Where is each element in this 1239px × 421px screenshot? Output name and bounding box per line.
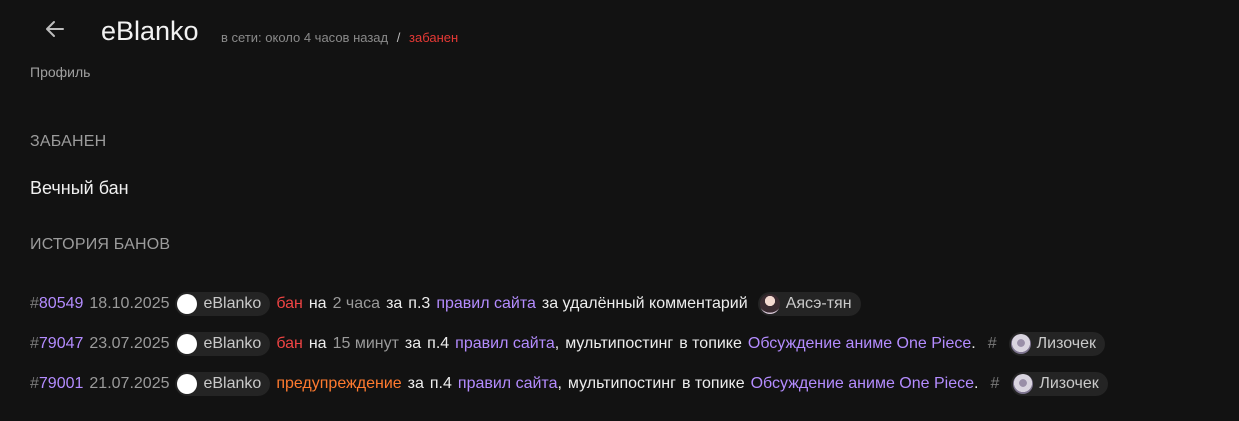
moderator-chip[interactable]: Лизочек [1008, 332, 1105, 356]
id-hash: # [30, 375, 39, 392]
topic-link[interactable]: Обсуждение аниме One Piece [751, 375, 974, 393]
ban-date: 23.07.2025 [89, 335, 170, 352]
moderator-name: Лизочек [1039, 375, 1099, 392]
rules-link[interactable]: правил сайта [458, 375, 558, 393]
back-button[interactable] [40, 14, 70, 44]
comma: , [554, 335, 560, 352]
ban-history-row: # 79001 21.07.2025 eBlanko предупреждени… [30, 372, 1114, 396]
rules-link[interactable]: правил сайта [455, 335, 555, 353]
za-text: за [407, 375, 424, 392]
user-chip[interactable]: eBlanko [175, 372, 271, 396]
comma: , [557, 375, 562, 392]
page-title: eBlanko [101, 16, 199, 46]
user-status: в сети: около 4 часов назад / забанен [221, 30, 458, 45]
ban-reason: за удалённый комментарий [541, 295, 748, 312]
ban-date: 18.10.2025 [89, 295, 170, 312]
period: . [971, 335, 976, 352]
rule-number: п.3 [408, 295, 431, 312]
comment-hash-link[interactable]: # [988, 335, 997, 353]
avatar [177, 334, 198, 354]
period: . [974, 375, 979, 392]
in-topic-text: в топике [681, 375, 745, 392]
ban-action: бан [276, 295, 303, 312]
banned-status: забанен [409, 30, 459, 45]
avatar [1010, 334, 1031, 354]
ban-id-link[interactable]: 79047 [39, 335, 84, 353]
warning-action: предупреждение [276, 375, 402, 392]
user-name: eBlanko [203, 295, 262, 312]
comment-hash-link[interactable]: # [990, 375, 999, 393]
ban-reason: мультипостинг [567, 375, 676, 392]
ban-history-heading: ИСТОРИЯ БАНОВ [30, 236, 171, 253]
in-topic-text: в топике [679, 335, 742, 352]
ban-action: бан [276, 335, 303, 352]
status-separator: / [396, 30, 401, 45]
rules-link[interactable]: правил сайта [436, 295, 536, 313]
rule-number: п.4 [427, 335, 450, 352]
ban-id-link[interactable]: 79001 [39, 375, 84, 393]
avatar [177, 294, 198, 314]
arrow-left-icon [46, 21, 64, 37]
id-hash: # [30, 295, 39, 312]
avatar [1013, 374, 1034, 394]
online-status: в сети: около 4 часов назад [221, 30, 389, 45]
user-chip[interactable]: eBlanko [175, 332, 271, 356]
moderator-chip[interactable]: Аясэ-тян [757, 292, 861, 316]
moderator-name: Аясэ-тян [785, 295, 852, 312]
na-text: на [308, 295, 327, 312]
za-text: за [386, 295, 403, 312]
user-name: eBlanko [203, 335, 262, 352]
banned-heading: ЗАБАНЕН [30, 133, 107, 150]
ban-date: 21.07.2025 [89, 375, 170, 392]
topic-link[interactable]: Обсуждение аниме One Piece [748, 335, 971, 353]
breadcrumb[interactable]: Профиль [30, 64, 90, 80]
ban-history-row: # 80549 18.10.2025 eBlanko бан на 2 часа… [30, 292, 867, 316]
ban-id-link[interactable]: 80549 [39, 295, 84, 313]
ban-duration: 2 часа [332, 295, 381, 312]
na-text: на [308, 335, 327, 352]
avatar [759, 294, 780, 314]
user-chip[interactable]: eBlanko [175, 292, 271, 316]
user-name: eBlanko [203, 375, 262, 392]
moderator-name: Лизочек [1036, 335, 1096, 352]
avatar [177, 374, 198, 394]
za-text: за [404, 335, 422, 352]
ban-reason: мультипостинг [565, 335, 674, 352]
moderator-chip[interactable]: Лизочек [1011, 372, 1108, 396]
ban-history-row: # 79047 23.07.2025 eBlanko бан на 15 мин… [30, 332, 1111, 356]
id-hash: # [30, 335, 39, 352]
rule-number: п.4 [429, 375, 452, 392]
ban-duration: 15 минут [332, 335, 399, 352]
ban-type: Вечный бан [30, 178, 129, 198]
